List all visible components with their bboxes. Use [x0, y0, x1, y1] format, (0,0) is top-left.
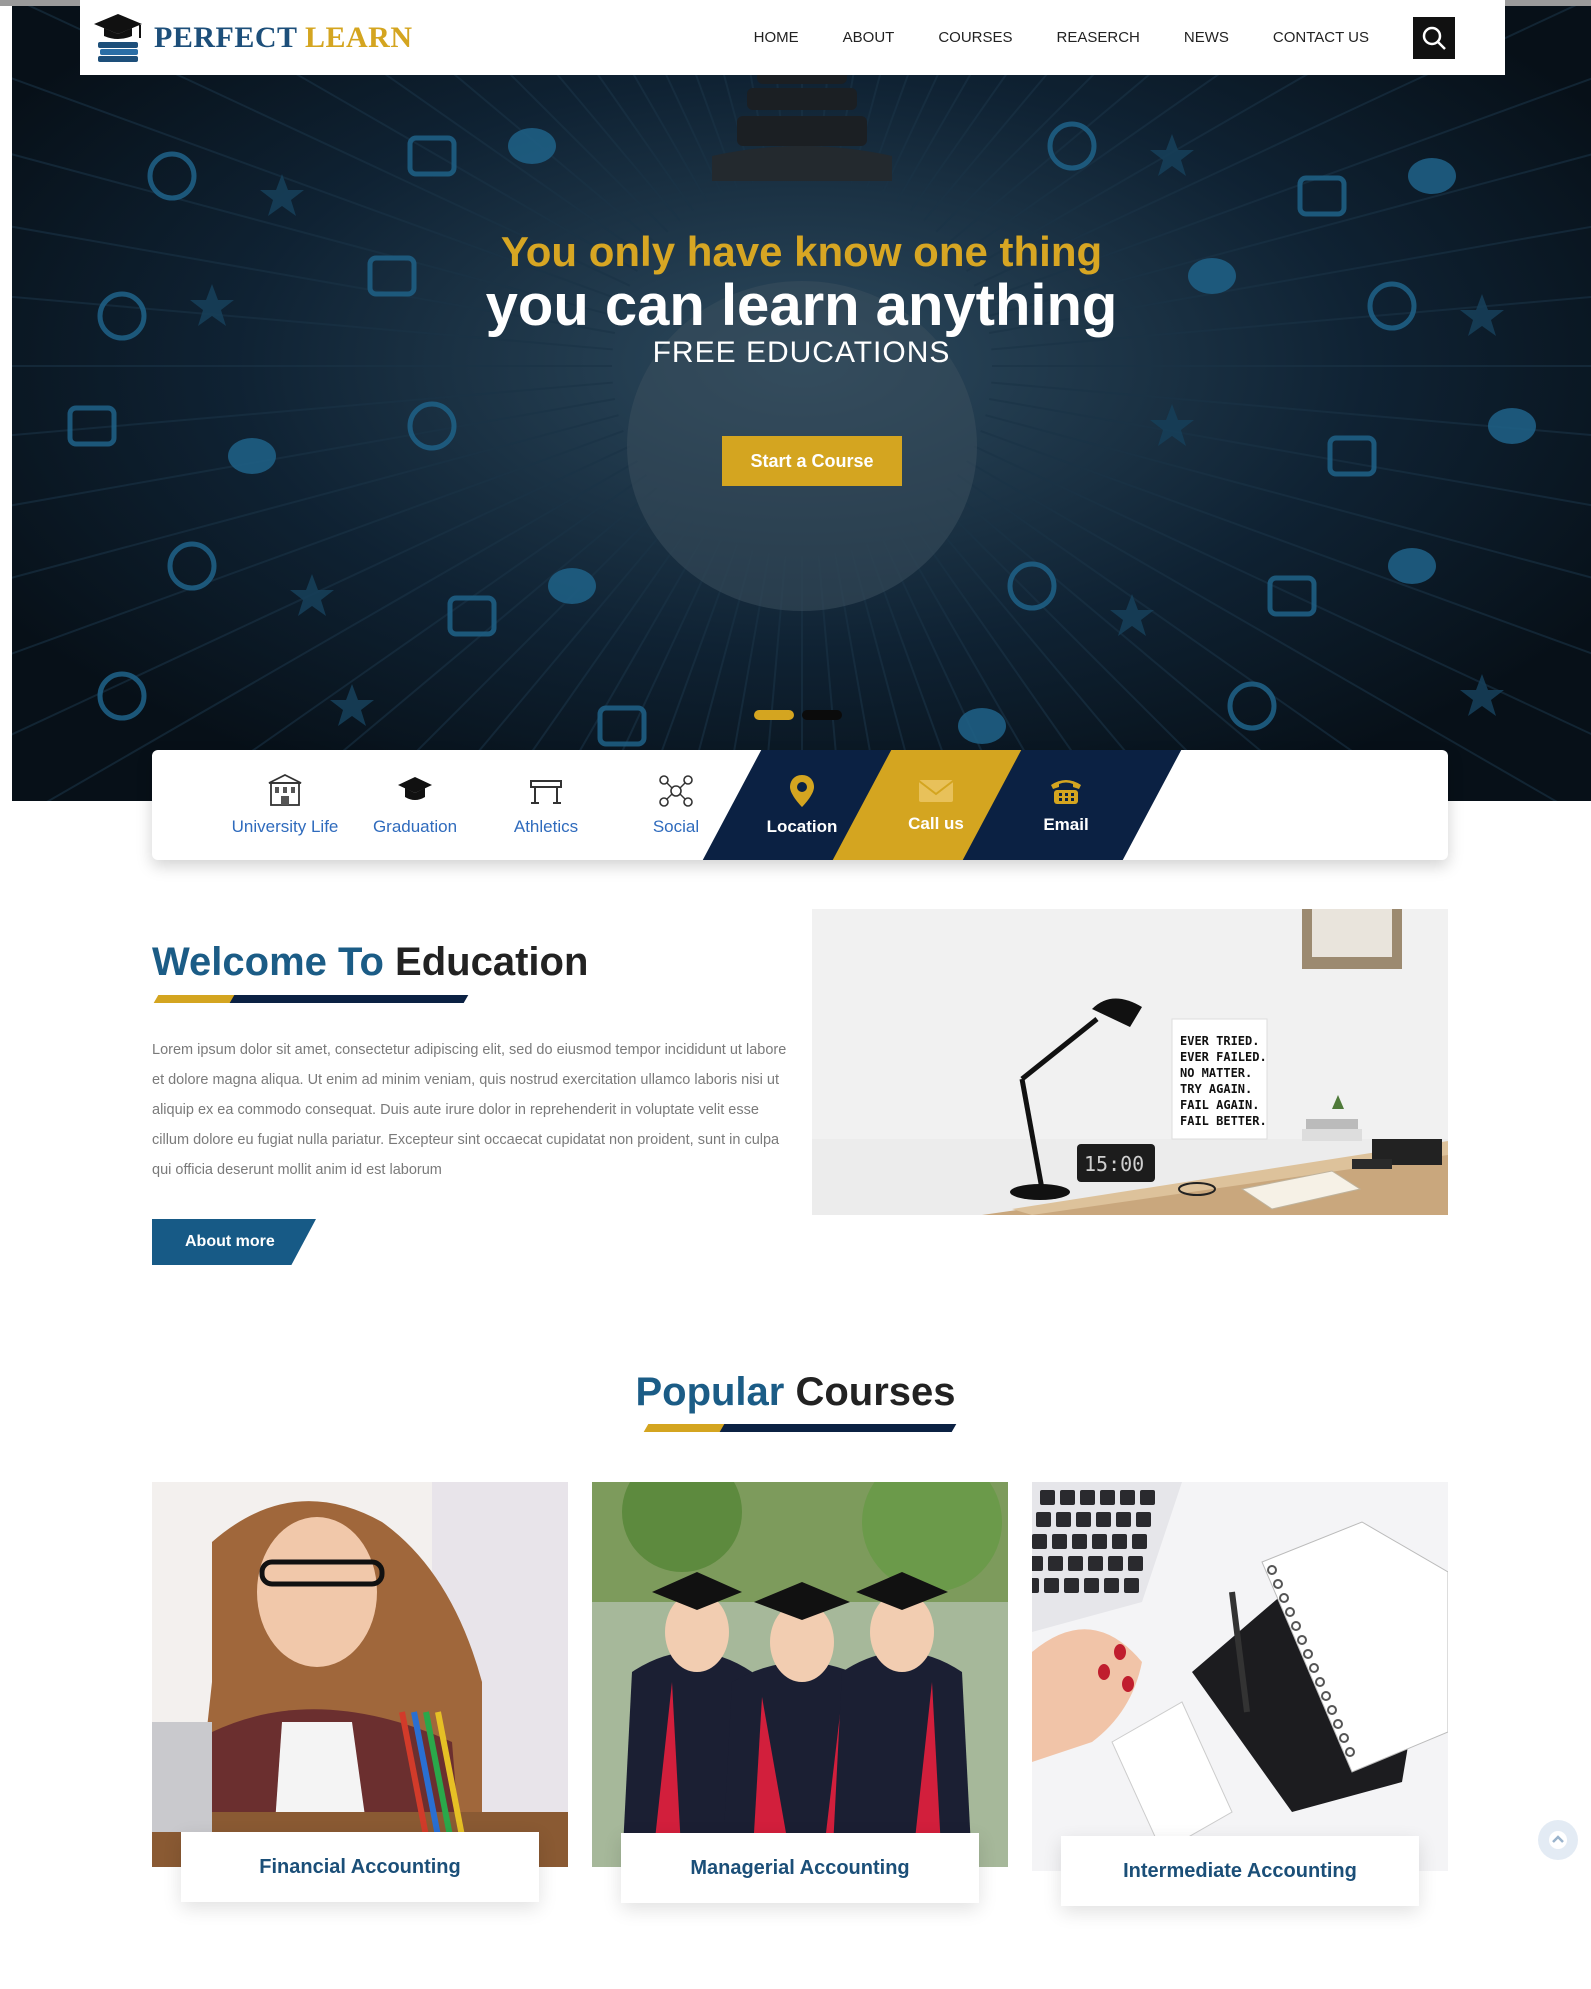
poster-text: TRY AGAIN.: [1180, 1082, 1252, 1096]
about-more-button[interactable]: About more: [152, 1219, 316, 1265]
university-building-icon: [268, 773, 302, 806]
course-card[interactable]: Intermediate Accounting: [1032, 1482, 1448, 1906]
brand-name-part2: LEARN: [304, 20, 413, 54]
course-image: [592, 1482, 1008, 1867]
graduation-cap-icon: [398, 777, 432, 800]
hero-headline: you can learn anything: [485, 273, 1118, 338]
search-button[interactable]: [1413, 16, 1455, 59]
slider-dots: [754, 710, 842, 720]
main-nav: HOME ABOUT COURSES REASERCH NEWS CONTACT…: [754, 0, 1505, 75]
courses-title-highlight: Popular: [635, 1370, 785, 1414]
search-icon: [1422, 26, 1446, 50]
telephone-icon: [1051, 780, 1081, 804]
brand-name-part1: PERFECT: [154, 20, 297, 54]
welcome-title-highlight: Welcome To: [152, 940, 384, 984]
poster-text: NO MATTER.: [1180, 1066, 1252, 1080]
start-course-button[interactable]: Start a Course: [722, 436, 902, 486]
feature-label: Social: [652, 817, 700, 836]
feature-label: University Life: [231, 817, 339, 836]
book-graduation-cap-icon: [94, 13, 142, 62]
courses-title: Popular Courses: [0, 1370, 1591, 1415]
feature-social[interactable]: Social: [611, 750, 741, 860]
logo[interactable]: PERFECT LEARN: [92, 12, 412, 64]
feature-university-life[interactable]: University Life: [220, 750, 350, 860]
courses-title-rest: Courses: [795, 1370, 956, 1414]
feature-email[interactable]: Email: [1001, 750, 1131, 860]
feature-location[interactable]: Location: [737, 750, 867, 860]
slider-dot[interactable]: [802, 710, 842, 720]
nav-news[interactable]: NEWS: [1184, 29, 1229, 46]
course-card[interactable]: Managerial Accounting: [592, 1482, 1008, 1903]
feature-label: Location: [766, 817, 838, 836]
social-network-icon: [659, 775, 693, 807]
feature-bar: University Life Graduation Athletics Soc…: [152, 750, 1448, 860]
hero-background: [12, 6, 1591, 801]
welcome-title: Welcome To Education: [152, 940, 588, 985]
feature-label: Call us: [908, 814, 964, 833]
course-title[interactable]: Intermediate Accounting: [1061, 1836, 1419, 1906]
feature-call-us[interactable]: Call us: [871, 750, 1001, 860]
courses-title-underline: [643, 1424, 957, 1432]
feature-label: Graduation: [372, 817, 458, 836]
poster-text: EVER TRIED.: [1180, 1034, 1259, 1048]
chevron-up-icon: [1549, 1831, 1567, 1849]
envelope-icon: [918, 780, 954, 802]
feature-label: Athletics: [513, 817, 579, 836]
brand-name: PERFECT LEARN: [154, 21, 412, 55]
course-title[interactable]: Managerial Accounting: [621, 1833, 979, 1903]
feature-athletics[interactable]: Athletics: [481, 750, 611, 860]
welcome-body-text: Lorem ipsum dolor sit amet, consectetur …: [152, 1042, 787, 1178]
feature-label: Email: [1043, 815, 1089, 834]
course-title[interactable]: Financial Accounting: [181, 1832, 539, 1902]
poster-text: EVER FAILED.: [1180, 1050, 1267, 1064]
nav-research[interactable]: REASERCH: [1057, 29, 1140, 46]
scroll-to-top-button[interactable]: [1538, 1820, 1578, 1860]
slider-dot[interactable]: [754, 710, 794, 720]
course-image: [1032, 1482, 1448, 1871]
nav-contact[interactable]: CONTACT US: [1273, 29, 1369, 46]
poster-text: FAIL AGAIN.: [1180, 1098, 1259, 1112]
welcome-desk-image: EVER TRIED. EVER FAILED. NO MATTER. TRY …: [812, 909, 1448, 1215]
course-card[interactable]: Financial Accounting: [152, 1482, 568, 1902]
hero-tagline: You only have know one thing: [500, 228, 1103, 275]
clock-text: 15:00: [1084, 1152, 1144, 1176]
nav-home[interactable]: HOME: [754, 29, 799, 46]
nav-courses[interactable]: COURSES: [938, 29, 1012, 46]
hurdle-icon: [530, 780, 562, 804]
site-header: PERFECT LEARN HOME ABOUT COURSES REASERC…: [80, 0, 1505, 75]
nav-about[interactable]: ABOUT: [843, 29, 895, 46]
course-image: [152, 1482, 568, 1867]
feature-graduation[interactable]: Graduation: [350, 750, 480, 860]
poster-text: FAIL BETTER.: [1180, 1114, 1267, 1128]
welcome-title-rest: Education: [395, 940, 589, 984]
hero-slider: You only have know one thing you can lea…: [12, 6, 1591, 801]
hero-subheadline: FREE EDUCATIONS: [652, 336, 951, 369]
welcome-title-underline: [153, 995, 469, 1003]
map-pin-icon: [790, 775, 814, 807]
